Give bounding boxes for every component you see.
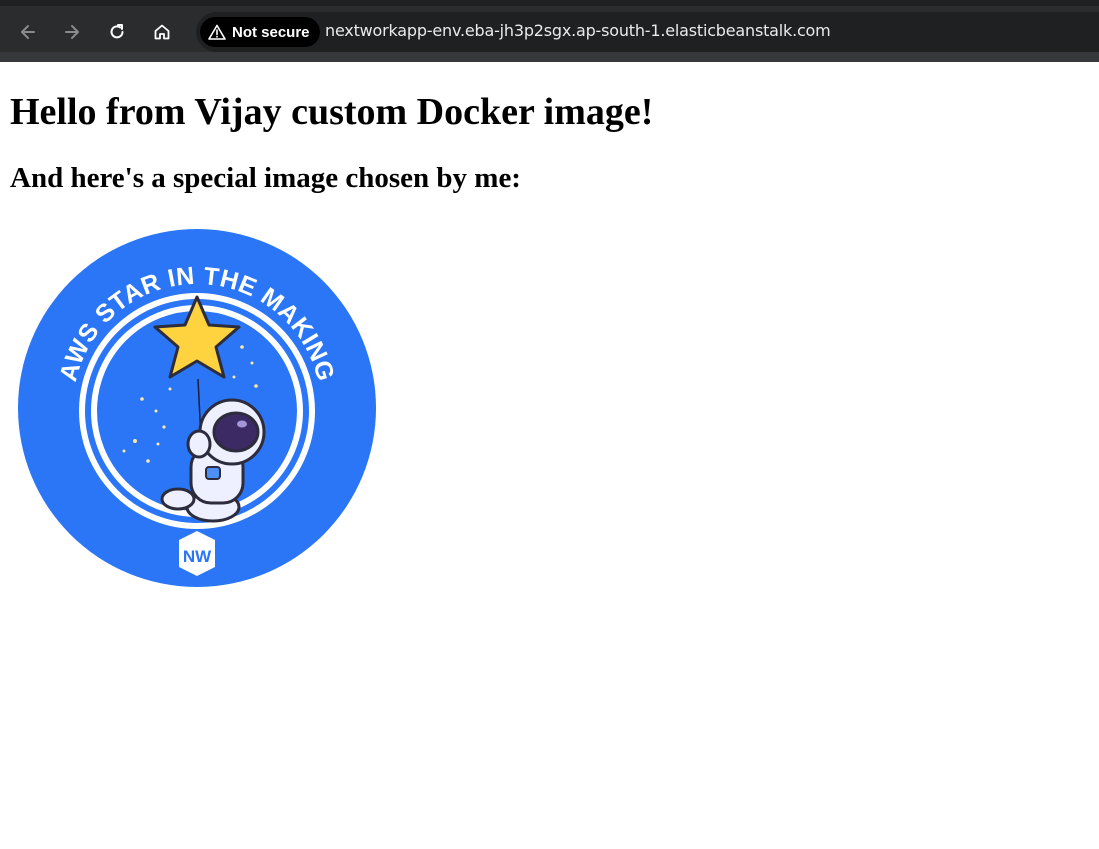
- aws-star-badge-image: AWS STAR IN THE MAKING NW: [18, 229, 376, 587]
- page-title: Hello from Vijay custom Docker image!: [10, 91, 654, 133]
- home-icon: [154, 24, 170, 40]
- nw-logo-icon: NW: [179, 531, 215, 576]
- browser-toolbar: Not secure nextworkapp-env.eba-jh3p2sgx.…: [0, 0, 1099, 62]
- toolbar-bottom-edge: [0, 52, 1099, 62]
- page-subtitle: And here's a special image chosen by me:: [10, 162, 521, 194]
- reload-button[interactable]: [103, 18, 131, 46]
- home-button[interactable]: [148, 18, 176, 46]
- security-label: Not secure: [232, 23, 310, 41]
- warning-triangle-icon: [208, 24, 226, 40]
- security-indicator[interactable]: Not secure: [200, 17, 320, 47]
- nw-logo-text: NW: [183, 547, 212, 566]
- page-content: Hello from Vijay custom Docker image! An…: [0, 62, 1099, 849]
- url-text[interactable]: nextworkapp-env.eba-jh3p2sgx.ap-south-1.…: [325, 21, 831, 40]
- forward-button[interactable]: [58, 18, 86, 46]
- arrow-left-icon: [21, 25, 35, 39]
- reload-icon: [110, 24, 124, 39]
- back-button[interactable]: [14, 18, 42, 46]
- tab-strip-edge: [0, 0, 1099, 6]
- arrow-right-icon: [65, 25, 79, 39]
